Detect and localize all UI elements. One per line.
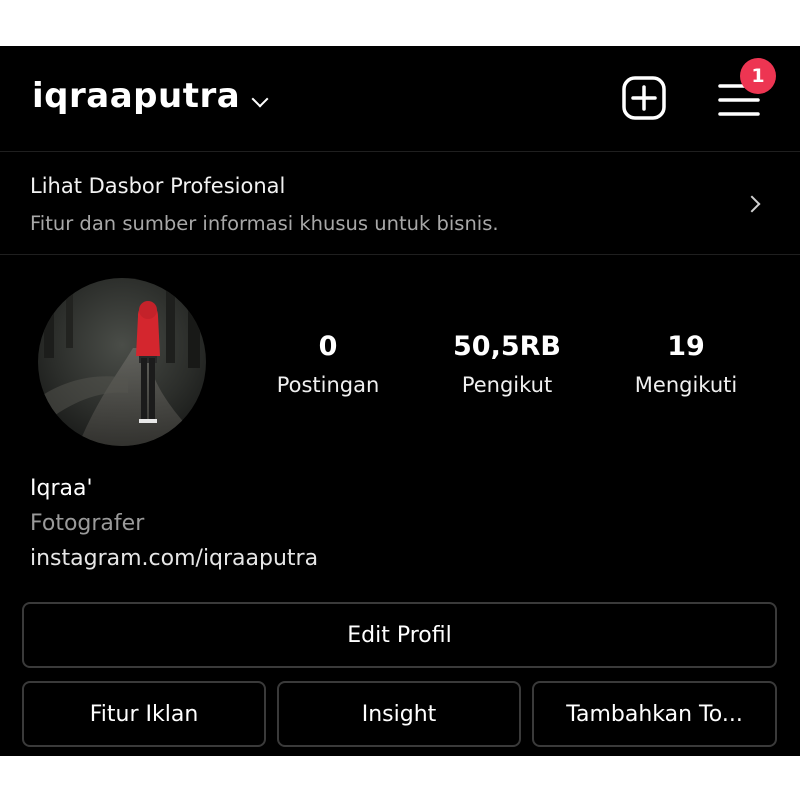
banner-title: Lihat Dasbor Profesional bbox=[30, 174, 286, 198]
account-switcher[interactable]: iqraaputra bbox=[32, 76, 269, 116]
followers-count: 50,5RB bbox=[453, 331, 561, 362]
stat-followers[interactable]: 50,5RB Pengikut bbox=[422, 331, 592, 397]
banner-subtitle: Fitur dan sumber informasi khusus untuk … bbox=[30, 212, 499, 235]
stat-following[interactable]: 19 Mengikuti bbox=[601, 331, 771, 397]
plus-square-icon bbox=[622, 76, 666, 120]
posts-label: Postingan bbox=[276, 373, 380, 397]
chevron-right-icon bbox=[743, 195, 761, 213]
profile-link[interactable]: instagram.com/iqraaputra bbox=[30, 546, 318, 571]
username: iqraaputra bbox=[32, 76, 241, 116]
stat-posts[interactable]: 0 Postingan bbox=[243, 331, 413, 397]
profile-photo bbox=[38, 278, 206, 446]
top-bar: iqraaputra 1 bbox=[0, 46, 800, 152]
avatar[interactable] bbox=[38, 278, 206, 446]
following-count: 19 bbox=[667, 331, 705, 362]
create-post-button[interactable] bbox=[622, 76, 666, 120]
following-label: Mengikuti bbox=[634, 373, 738, 397]
chevron-down-icon bbox=[251, 90, 269, 108]
notification-badge: 1 bbox=[740, 58, 776, 94]
edit-profile-button[interactable]: Edit Profil bbox=[22, 602, 777, 668]
profile-screen: iqraaputra 1 Lihat Dasbor Profesional Fi… bbox=[0, 46, 800, 756]
ad-tools-button[interactable]: Fitur Iklan bbox=[22, 681, 266, 747]
insight-button[interactable]: Insight bbox=[277, 681, 521, 747]
profile-category: Fotografer bbox=[30, 511, 145, 536]
profile-name: Iqraa' bbox=[30, 476, 93, 501]
add-shop-button[interactable]: Tambahkan To... bbox=[532, 681, 777, 747]
followers-label: Pengikut bbox=[461, 373, 553, 397]
professional-dashboard-banner[interactable]: Lihat Dasbor Profesional Fitur dan sumbe… bbox=[0, 152, 800, 255]
posts-count: 0 bbox=[318, 331, 338, 362]
